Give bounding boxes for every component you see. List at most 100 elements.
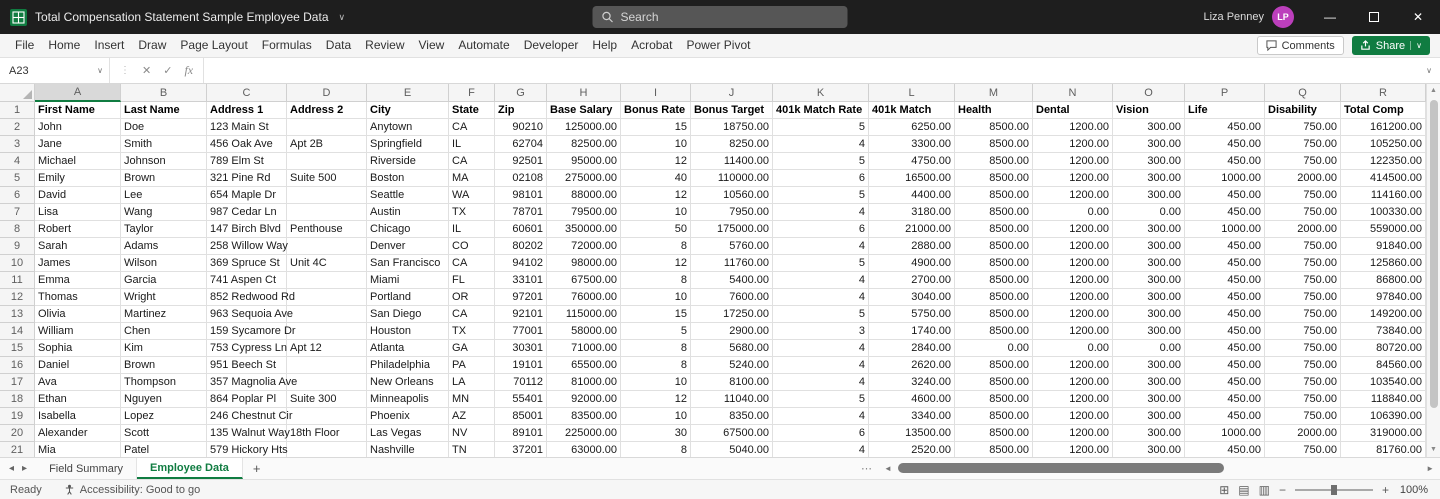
cell-K10[interactable]: 5 (773, 255, 869, 272)
cell-K7[interactable]: 4 (773, 204, 869, 221)
excel-app-icon[interactable] (10, 8, 27, 26)
cell-H7[interactable]: 79500.00 (547, 204, 621, 221)
cell-C7[interactable]: 987 Cedar Ln (207, 204, 287, 221)
cell-H20[interactable]: 225000.00 (547, 425, 621, 442)
cell-B14[interactable]: Chen (121, 323, 207, 340)
row-header-19[interactable]: 19 (0, 408, 35, 425)
cell-P15[interactable]: 450.00 (1185, 340, 1265, 357)
cell-R18[interactable]: 118840.00 (1341, 391, 1426, 408)
cell-A13[interactable]: Olivia (35, 306, 121, 323)
cell-Q3[interactable]: 750.00 (1265, 136, 1341, 153)
cell-M17[interactable]: 8500.00 (955, 374, 1033, 391)
formula-bar-expand-icon[interactable]: ∨ (1418, 58, 1440, 83)
row-header-17[interactable]: 17 (0, 374, 35, 391)
cell-H1[interactable]: Base Salary (547, 102, 621, 119)
cell-E13[interactable]: San Diego (367, 306, 449, 323)
cell-P9[interactable]: 450.00 (1185, 238, 1265, 255)
cell-E5[interactable]: Boston (367, 170, 449, 187)
cell-N5[interactable]: 1200.00 (1033, 170, 1113, 187)
cell-K17[interactable]: 4 (773, 374, 869, 391)
cell-C21[interactable]: 579 Hickory Hts (207, 442, 288, 457)
row-header-5[interactable]: 5 (0, 170, 35, 187)
column-header-L[interactable]: L (869, 84, 955, 102)
cell-C14[interactable]: 159 Sycamore Dr (207, 323, 296, 340)
sheet-nav-right-icon[interactable]: ▸ (19, 463, 30, 474)
column-header-Q[interactable]: Q (1265, 84, 1341, 102)
menu-automate[interactable]: Automate (451, 34, 516, 57)
enter-icon[interactable]: ✓ (163, 64, 172, 77)
cell-H10[interactable]: 98000.00 (547, 255, 621, 272)
row-header-1[interactable]: 1 (0, 102, 35, 119)
cell-N9[interactable]: 1200.00 (1033, 238, 1113, 255)
cell-A11[interactable]: Emma (35, 272, 121, 289)
column-header-I[interactable]: I (621, 84, 691, 102)
cell-F13[interactable]: CA (449, 306, 495, 323)
cell-E7[interactable]: Austin (367, 204, 449, 221)
cell-Q18[interactable]: 750.00 (1265, 391, 1341, 408)
cell-P10[interactable]: 450.00 (1185, 255, 1265, 272)
cell-I20[interactable]: 30 (621, 425, 691, 442)
cell-D7[interactable] (287, 204, 367, 221)
cell-K13[interactable]: 5 (773, 306, 869, 323)
cell-K16[interactable]: 4 (773, 357, 869, 374)
cell-M2[interactable]: 8500.00 (955, 119, 1033, 136)
cell-A7[interactable]: Lisa (35, 204, 121, 221)
cell-G18[interactable]: 55401 (495, 391, 547, 408)
cell-C9[interactable]: 258 Willow Way (207, 238, 288, 255)
cell-O11[interactable]: 300.00 (1113, 272, 1185, 289)
cell-B11[interactable]: Garcia (121, 272, 207, 289)
cell-C13[interactable]: 963 Sequoia Ave (207, 306, 293, 323)
cell-B2[interactable]: Doe (121, 119, 207, 136)
cell-E1[interactable]: City (367, 102, 449, 119)
cell-I15[interactable]: 8 (621, 340, 691, 357)
row-header-16[interactable]: 16 (0, 357, 35, 374)
menu-insert[interactable]: Insert (87, 34, 131, 57)
cell-I3[interactable]: 10 (621, 136, 691, 153)
user-name[interactable]: Liza Penney (1203, 11, 1264, 23)
cell-K19[interactable]: 4 (773, 408, 869, 425)
cell-Q20[interactable]: 2000.00 (1265, 425, 1341, 442)
cell-J8[interactable]: 175000.00 (691, 221, 773, 238)
column-header-H[interactable]: H (547, 84, 621, 102)
cell-H5[interactable]: 275000.00 (547, 170, 621, 187)
cell-E10[interactable]: San Francisco (367, 255, 449, 272)
cell-J2[interactable]: 18750.00 (691, 119, 773, 136)
cell-O8[interactable]: 300.00 (1113, 221, 1185, 238)
cell-N7[interactable]: 0.00 (1033, 204, 1113, 221)
cell-M1[interactable]: Health (955, 102, 1033, 119)
row-header-14[interactable]: 14 (0, 323, 35, 340)
cell-P4[interactable]: 450.00 (1185, 153, 1265, 170)
normal-view-icon[interactable]: ⊞ (1219, 483, 1229, 497)
workbook-title[interactable]: Total Compensation Statement Sample Empl… (35, 10, 329, 24)
cell-H2[interactable]: 125000.00 (547, 119, 621, 136)
cell-K5[interactable]: 6 (773, 170, 869, 187)
minimize-button[interactable]: — (1308, 0, 1352, 34)
cell-L2[interactable]: 6250.00 (869, 119, 955, 136)
cell-A14[interactable]: William (35, 323, 121, 340)
cell-C6[interactable]: 654 Maple Dr (207, 187, 287, 204)
cell-L14[interactable]: 1740.00 (869, 323, 955, 340)
cell-K4[interactable]: 5 (773, 153, 869, 170)
cell-R7[interactable]: 100330.00 (1341, 204, 1426, 221)
cell-A15[interactable]: Sophia (35, 340, 121, 357)
row-header-7[interactable]: 7 (0, 204, 35, 221)
column-header-B[interactable]: B (121, 84, 207, 102)
menu-review[interactable]: Review (358, 34, 411, 57)
row-header-20[interactable]: 20 (0, 425, 35, 442)
cell-K2[interactable]: 5 (773, 119, 869, 136)
cell-K14[interactable]: 3 (773, 323, 869, 340)
cell-E4[interactable]: Riverside (367, 153, 449, 170)
cell-G17[interactable]: 70112 (495, 374, 547, 391)
cell-B1[interactable]: Last Name (121, 102, 207, 119)
cell-J19[interactable]: 8350.00 (691, 408, 773, 425)
cell-C10[interactable]: 369 Spruce St (207, 255, 287, 272)
cell-G13[interactable]: 92101 (495, 306, 547, 323)
cell-R16[interactable]: 84560.00 (1341, 357, 1426, 374)
cell-N15[interactable]: 0.00 (1033, 340, 1113, 357)
cell-O12[interactable]: 300.00 (1113, 289, 1185, 306)
cell-P6[interactable]: 450.00 (1185, 187, 1265, 204)
cell-I4[interactable]: 12 (621, 153, 691, 170)
cell-C18[interactable]: 864 Poplar Pl (207, 391, 287, 408)
cell-P7[interactable]: 450.00 (1185, 204, 1265, 221)
cell-R5[interactable]: 414500.00 (1341, 170, 1426, 187)
